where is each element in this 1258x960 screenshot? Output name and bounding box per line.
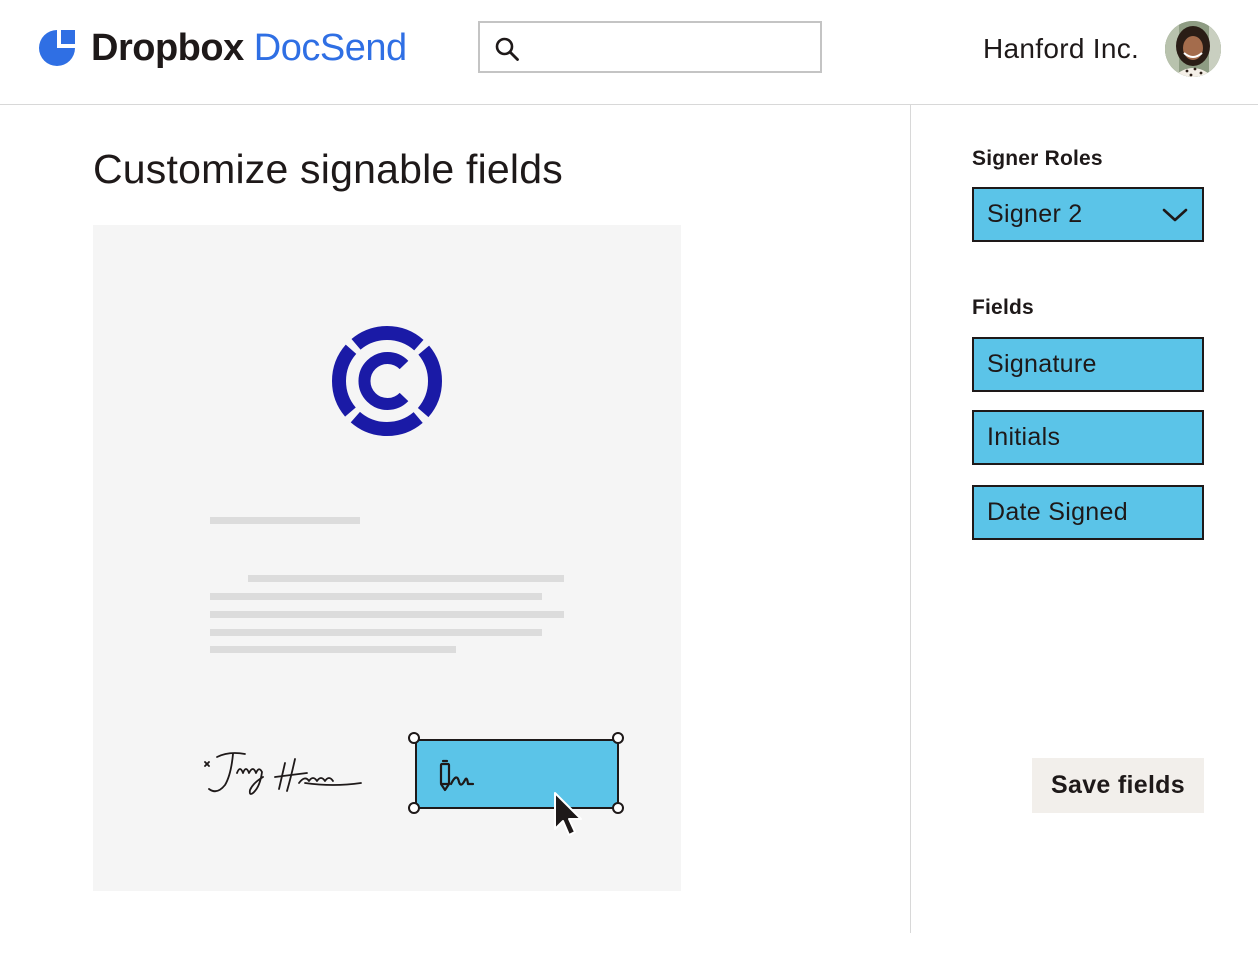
signature-pen-icon [439, 759, 475, 792]
avatar[interactable] [1165, 21, 1221, 77]
resize-handle[interactable] [612, 802, 624, 814]
search-icon [495, 37, 519, 61]
brand-name: Dropbox DocSend [91, 28, 407, 68]
user-photo [1165, 21, 1221, 77]
field-signature[interactable]: Signature [972, 337, 1204, 392]
resize-handle[interactable] [612, 732, 624, 744]
search-input[interactable] [478, 21, 822, 73]
signature-image [204, 752, 362, 795]
chevron-down-icon [1162, 208, 1188, 222]
text-line [210, 629, 542, 636]
page-title: Customize signable fields [93, 146, 563, 192]
brand-sub-text: DocSend [253, 27, 407, 69]
signature-field-placeholder[interactable] [415, 739, 619, 809]
text-line [248, 575, 564, 582]
text-line [210, 593, 542, 600]
signer-role-value: Signer 2 [987, 200, 1083, 228]
mouse-cursor-icon [554, 792, 582, 836]
text-line [210, 517, 360, 524]
signer-roles-label: Signer Roles [972, 147, 1103, 170]
panel-divider [910, 105, 911, 933]
resize-handle[interactable] [408, 802, 420, 814]
field-date-signed[interactable]: Date Signed [972, 485, 1204, 540]
document-preview [93, 225, 681, 891]
save-fields-button[interactable]: Save fields [1032, 758, 1204, 813]
brand-logo[interactable]: Dropbox DocSend [38, 28, 407, 68]
resize-handle[interactable] [408, 732, 420, 744]
fields-label: Fields [972, 296, 1034, 319]
text-line [210, 646, 456, 653]
signer-role-dropdown[interactable]: Signer 2 [972, 187, 1204, 242]
top-bar: Dropbox DocSend Hanford Inc. [0, 0, 1258, 105]
dropbox-docsend-logo-icon [39, 30, 75, 66]
company-logo-icon [332, 326, 442, 436]
text-line [210, 611, 564, 618]
brand-main-text: Dropbox [91, 27, 244, 69]
field-initials[interactable]: Initials [972, 410, 1204, 465]
account-name[interactable]: Hanford Inc. [983, 33, 1139, 65]
